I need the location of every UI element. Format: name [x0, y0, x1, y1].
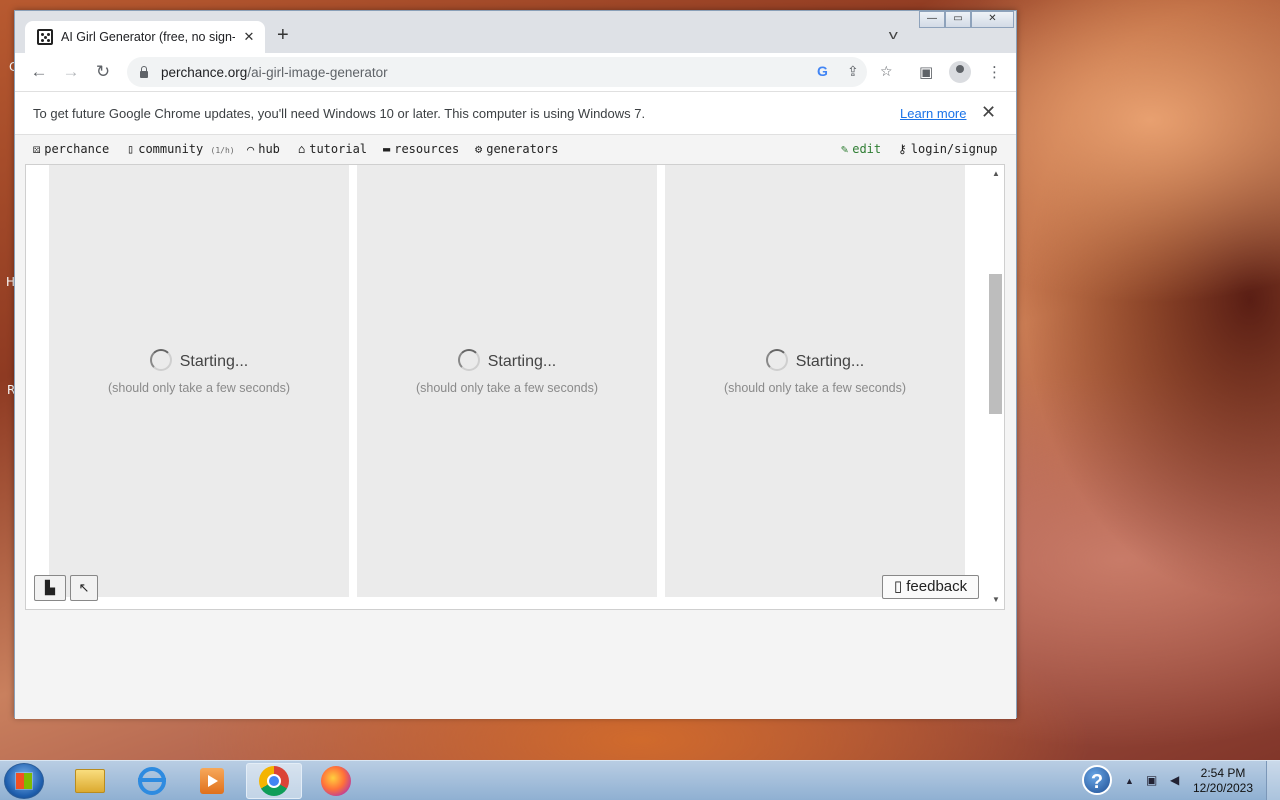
- tab-title: AI Girl Generator (free, no sign-up: [61, 30, 235, 44]
- generators-icon: ⚙: [475, 142, 483, 156]
- generator-iframe: Starting... (should only take a few seco…: [25, 164, 1005, 610]
- lock-icon[interactable]: [139, 66, 149, 78]
- google-lens-icon[interactable]: G: [817, 63, 828, 79]
- card-status: Starting...: [357, 349, 657, 371]
- nav-hub[interactable]: ⌒ hub: [247, 142, 280, 156]
- image-card: Starting... (should only take a few seco…: [49, 165, 349, 597]
- taskbar-media-player[interactable]: [184, 763, 240, 799]
- tab-strip: AI Girl Generator (free, no sign-up ✕ + …: [15, 11, 1016, 53]
- back-arrow-icon[interactable]: ←: [28, 61, 50, 83]
- loading-spinner-icon: [149, 349, 172, 371]
- school-icon: ⌂: [298, 142, 306, 156]
- bookmark-star-icon[interactable]: ☆: [880, 63, 893, 80]
- infobar-message: To get future Google Chrome updates, you…: [33, 106, 646, 121]
- browser-toolbar: ← → ↻ perchance.org/ai-girl-image-genera…: [15, 53, 1016, 91]
- learn-more-link[interactable]: Learn more: [900, 106, 966, 121]
- close-window-button[interactable]: ✕: [971, 11, 1014, 28]
- key-icon: ⚷: [898, 142, 907, 156]
- image-card: Starting... (should only take a few seco…: [357, 165, 657, 597]
- arrow-up-left-icon: ↖: [78, 580, 90, 595]
- loading-spinner-icon: [457, 349, 480, 371]
- card-status: Starting...: [49, 349, 349, 371]
- new-tab-button[interactable]: +: [277, 25, 289, 45]
- card-subtext: (should only take a few seconds): [723, 381, 907, 395]
- scroll-up-arrow-icon[interactable]: ▲: [992, 169, 1000, 178]
- card-subtext: (should only take a few seconds): [107, 381, 291, 395]
- nav-edit[interactable]: ✎ edit: [841, 142, 881, 156]
- folder-icon: [75, 769, 105, 793]
- scroll-down-arrow-icon[interactable]: ▼: [992, 595, 1000, 604]
- internet-explorer-icon: [138, 767, 166, 795]
- infobar-close-icon[interactable]: ✕: [981, 102, 996, 123]
- phone-icon: ▯: [127, 142, 135, 156]
- taskbar-chrome[interactable]: [246, 763, 302, 799]
- help-icon[interactable]: ?: [1082, 765, 1112, 795]
- nav-resources[interactable]: ▬ resources: [383, 142, 459, 156]
- gallery-folder-button[interactable]: ▙: [34, 575, 66, 601]
- loading-spinner-icon: [765, 349, 788, 371]
- tab-search-chevron-icon[interactable]: v: [889, 27, 898, 42]
- update-infobar: To get future Google Chrome updates, you…: [15, 91, 1016, 135]
- perchance-nav: ⚄ perchance ▯ community (1/h) ⌒ hub ⌂ tutori…: [15, 136, 1016, 163]
- taskbar-internet-explorer[interactable]: [124, 763, 180, 799]
- show-desktop-button[interactable]: [1266, 761, 1280, 800]
- tab-close-icon[interactable]: ✕: [241, 29, 257, 45]
- browser-tab[interactable]: AI Girl Generator (free, no sign-up ✕: [25, 21, 265, 53]
- perchance-favicon-icon: [37, 29, 53, 45]
- card-subtext: (should only take a few seconds): [415, 381, 599, 395]
- image-card: Starting... (should only take a few seco…: [665, 165, 965, 597]
- toolbox-icon: ▬: [383, 142, 391, 156]
- taskbar-explorer[interactable]: [62, 763, 118, 799]
- address-bar[interactable]: perchance.org/ai-girl-image-generator G …: [127, 57, 893, 87]
- nav-tutorial[interactable]: ⌂ tutorial: [298, 142, 367, 156]
- folder-icon: ▙: [45, 580, 55, 595]
- tray-expand-icon[interactable]: ▲: [1125, 776, 1134, 786]
- scroll-top-button[interactable]: ↖: [70, 575, 98, 601]
- chrome-window: AI Girl Generator (free, no sign-up ✕ + …: [14, 10, 1017, 719]
- minimize-button[interactable]: —: [919, 11, 945, 28]
- nav-generators[interactable]: ⚙ generators: [475, 142, 558, 156]
- taskbar-firefox[interactable]: [308, 763, 364, 799]
- profile-avatar-icon[interactable]: [949, 61, 971, 83]
- web-page: ⚄ perchance ▯ community (1/h) ⌒ hub ⌂ tutori…: [15, 136, 1016, 719]
- side-panel-icon[interactable]: ▣: [919, 63, 933, 81]
- firefox-icon: [321, 766, 351, 796]
- network-icon[interactable]: ▣: [1146, 773, 1157, 787]
- hub-icon: ⌒: [247, 142, 255, 156]
- nav-perchance[interactable]: ⚄ perchance: [33, 142, 109, 156]
- share-icon[interactable]: ⇪: [847, 63, 859, 80]
- nav-login[interactable]: ⚷ login/signup: [898, 142, 998, 156]
- windows-taskbar: ? ▲ ▣ ◀ 2:54 PM 12/20/2023: [0, 760, 1280, 800]
- reload-icon[interactable]: ↻: [92, 61, 114, 83]
- maximize-button[interactable]: ▭: [945, 11, 971, 28]
- url-text: perchance.org/ai-girl-image-generator: [161, 64, 388, 80]
- nav-community[interactable]: ▯ community (1/h): [127, 142, 235, 156]
- dice-icon: ⚄: [33, 142, 41, 156]
- window-controls: — ▭ ✕: [919, 11, 1014, 28]
- chrome-menu-icon[interactable]: ⋮: [987, 63, 1002, 81]
- pencil-icon: ✎: [841, 142, 849, 156]
- start-button[interactable]: [4, 763, 44, 799]
- clock-time: 2:54 PM: [1200, 766, 1246, 780]
- forward-arrow-icon[interactable]: →: [60, 61, 82, 83]
- card-status: Starting...: [665, 349, 965, 371]
- feedback-button[interactable]: ▯ feedback: [882, 575, 979, 599]
- scrollbar-thumb[interactable]: [989, 274, 1002, 414]
- chrome-icon: [259, 766, 289, 796]
- volume-muted-icon[interactable]: ◀: [1170, 773, 1179, 787]
- clock-date: 12/20/2023: [1192, 781, 1254, 795]
- system-clock[interactable]: 2:54 PM 12/20/2023: [1188, 766, 1258, 796]
- media-player-icon: [200, 768, 224, 794]
- iframe-scrollbar[interactable]: ▲ ▼: [988, 165, 1004, 609]
